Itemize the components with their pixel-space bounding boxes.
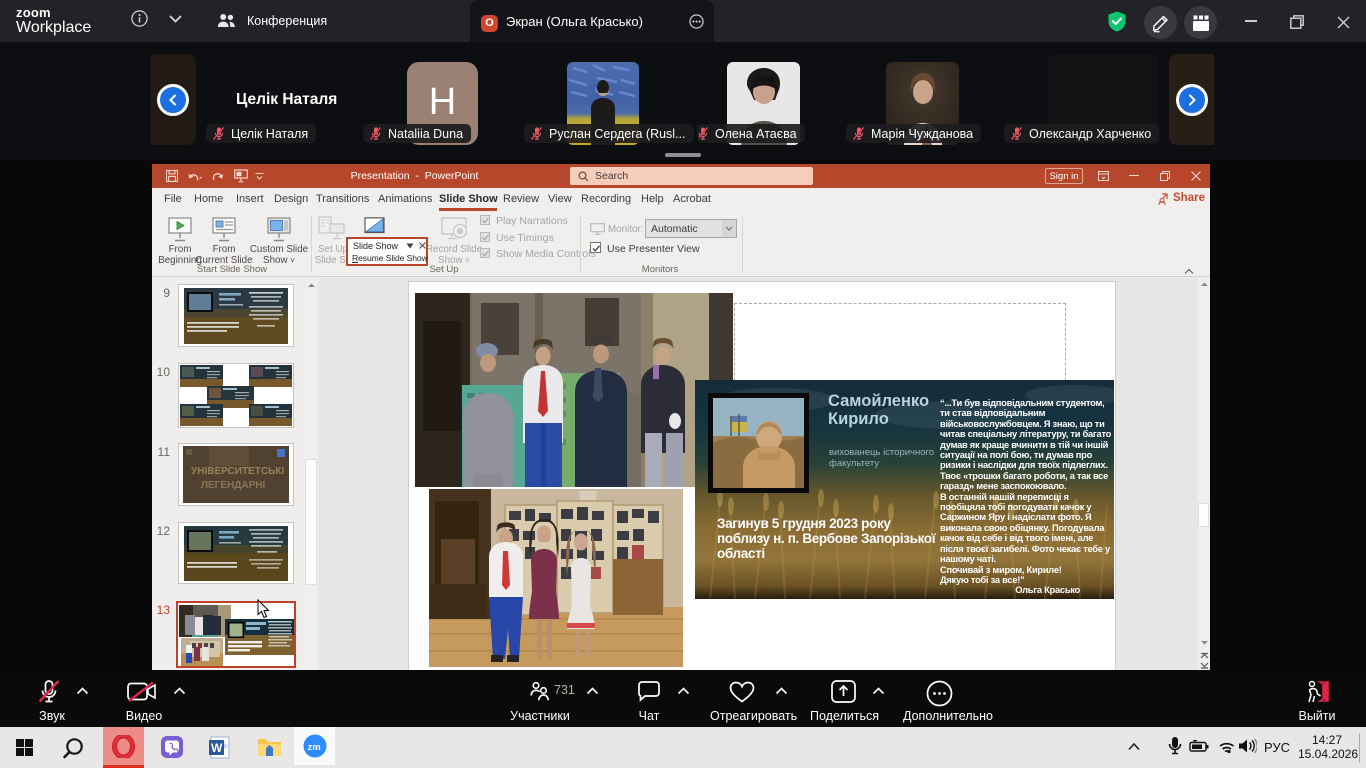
svg-text:ЛЕГЕНДАРНІ: ЛЕГЕНДАРНІ xyxy=(201,480,265,491)
svg-text:zm: zm xyxy=(308,742,321,753)
svg-text:УНІВЕРСИТЕТСЬКІ: УНІВЕРСИТЕТСЬКІ xyxy=(191,466,284,477)
svg-text:W: W xyxy=(211,741,223,755)
